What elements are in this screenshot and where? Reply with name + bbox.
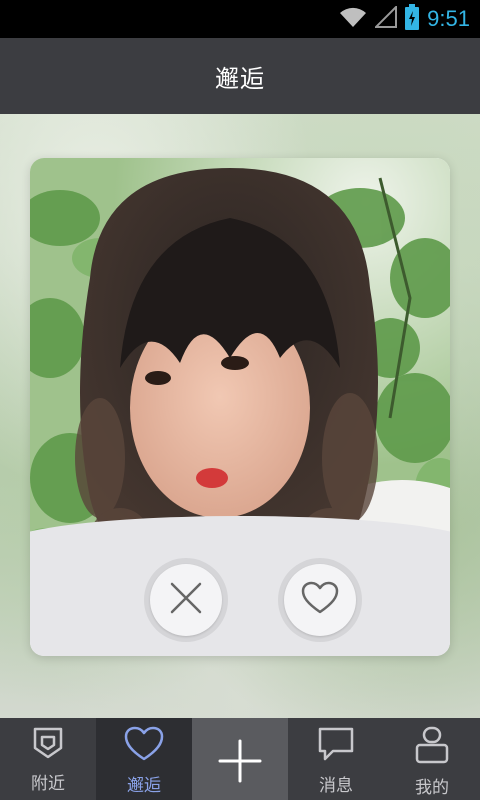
card-footer: [30, 516, 450, 656]
heart-icon: [124, 718, 164, 767]
pass-button-inner: [150, 564, 222, 636]
like-button-inner: [284, 564, 356, 636]
plus-icon: [218, 731, 262, 788]
profile-icon: [414, 718, 450, 769]
status-time: 9:51: [427, 6, 470, 31]
page-title: 邂逅: [215, 64, 265, 93]
profile-card[interactable]: [30, 158, 450, 656]
nav-item-messages[interactable]: 消息: [288, 718, 384, 800]
shield-icon: [32, 718, 64, 765]
heart-icon: [301, 581, 339, 619]
nav-label-nearby: 附近: [31, 774, 65, 794]
nav-item-profile[interactable]: 我的: [384, 718, 480, 800]
status-icons: 9:51: [339, 4, 470, 34]
nav-label-messages: 消息: [319, 776, 353, 796]
bottom-navigation: 附近 邂逅 消息 我的: [0, 718, 480, 800]
nav-item-nearby[interactable]: 附近: [0, 718, 96, 800]
nav-item-encounter[interactable]: 邂逅: [96, 718, 192, 800]
nav-label-encounter: 邂逅: [127, 776, 161, 796]
battery-icon: [405, 4, 420, 34]
wifi-icon: [339, 6, 367, 32]
nav-label-profile: 我的: [415, 778, 449, 798]
chat-bubble-icon: [317, 718, 355, 767]
pass-button[interactable]: [144, 558, 228, 642]
like-button[interactable]: [278, 558, 362, 642]
signal-icon: [373, 4, 398, 32]
nav-item-add[interactable]: [192, 718, 288, 800]
close-icon: [168, 580, 204, 620]
status-bar: 9:51: [0, 0, 480, 38]
header: 邂逅: [0, 38, 480, 115]
